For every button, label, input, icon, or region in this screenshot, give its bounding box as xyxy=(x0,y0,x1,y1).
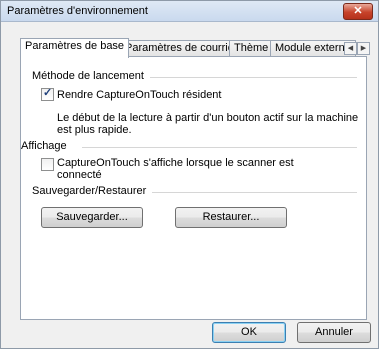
tab-panel-basic-settings: Méthode de lancement Rendre CaptureOnTou… xyxy=(20,56,367,320)
tab-theme[interactable]: Thème xyxy=(229,40,274,57)
group-divider xyxy=(145,77,357,78)
tab-scroll-left-button[interactable]: ◀ xyxy=(344,42,357,55)
backup-group-label: Sauvegarder/Restaurer xyxy=(32,185,153,197)
show-on-connect-label-line1[interactable]: CaptureOnTouch s'affiche lorsque le scan… xyxy=(57,157,294,169)
dialog-title: Paramètres d'environnement xyxy=(7,5,148,17)
display-group-label: Affichage xyxy=(21,140,73,152)
launch-method-group-label: Méthode de lancement xyxy=(32,70,150,82)
save-button[interactable]: Sauvegarder... xyxy=(41,207,143,228)
close-button[interactable]: ✕ xyxy=(343,3,373,20)
launch-description-line1: Le début de la lecture à partir d'un bou… xyxy=(57,112,359,124)
chevron-right-icon: ▶ xyxy=(360,45,367,52)
tab-scroll-right-button[interactable]: ▶ xyxy=(357,42,370,55)
settings-dialog: Paramètres d'environnement ✕ Paramètres … xyxy=(0,0,379,349)
close-icon: ✕ xyxy=(353,5,363,17)
restore-button[interactable]: Restaurer... xyxy=(175,207,287,228)
cancel-button[interactable]: Annuler xyxy=(297,322,371,343)
group-divider xyxy=(82,147,357,148)
launch-description-line2: est plus rapide. xyxy=(57,124,132,136)
resident-checkbox[interactable] xyxy=(41,86,54,101)
tab-email-settings[interactable]: Paramètres de courriel xyxy=(120,40,242,57)
show-on-connect-checkbox[interactable] xyxy=(41,158,54,171)
chevron-left-icon: ◀ xyxy=(347,45,354,52)
group-divider xyxy=(151,192,357,193)
resident-checkbox-label[interactable]: Rendre CaptureOnTouch résident xyxy=(57,89,221,101)
show-on-connect-label-line2[interactable]: connecté xyxy=(57,169,102,181)
tab-basic-settings[interactable]: Paramètres de base xyxy=(20,38,130,58)
title-bar[interactable]: Paramètres d'environnement ✕ xyxy=(1,1,378,22)
ok-button[interactable]: OK xyxy=(212,322,286,343)
tab-plugin[interactable]: Module externe xyxy=(270,40,356,57)
